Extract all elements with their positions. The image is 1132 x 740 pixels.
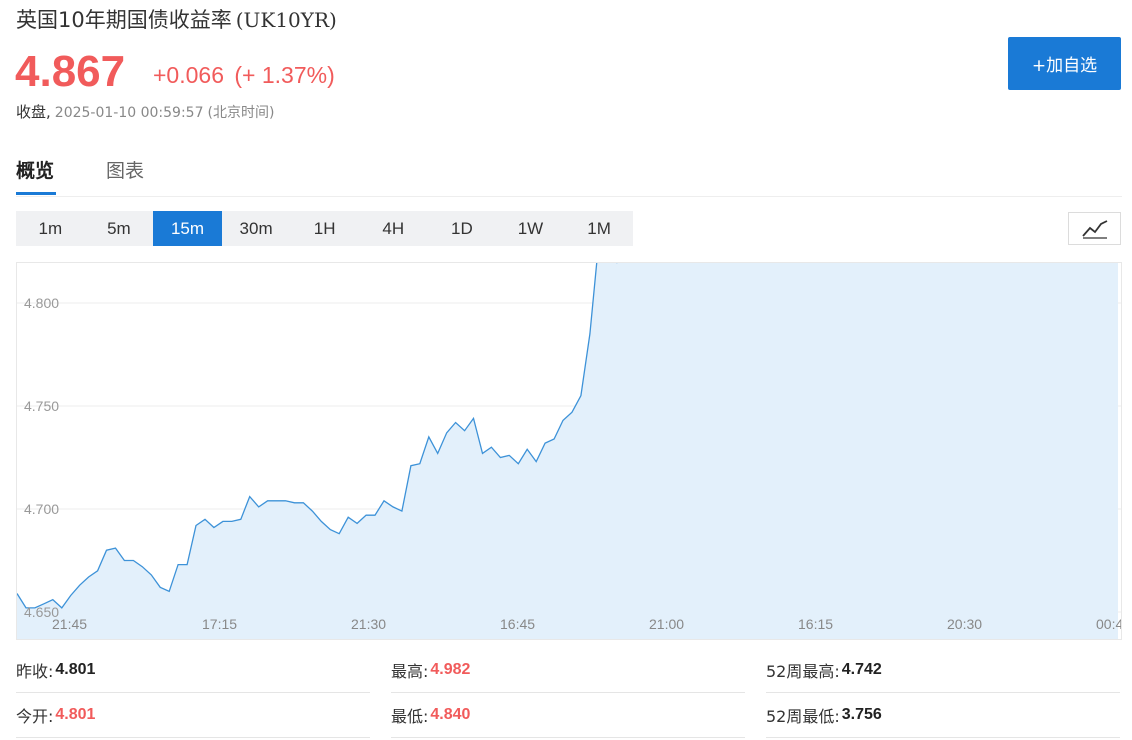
stat-open: 今开: 4.801 [16,693,370,738]
stat-value: 4.801 [55,661,96,678]
stat-label: 52周最低: [766,707,840,726]
x-axis-tick-label: 21:45 [52,616,87,632]
stat-prev-close: 昨收: 4.801 [16,648,370,693]
stat-value: 4.801 [55,706,96,723]
add-to-watchlist-button[interactable]: +加自选 [1008,37,1121,90]
change-value: +0.066 [153,62,224,88]
period-5m[interactable]: 5m [85,211,154,246]
y-axis-tick-label: 4.750 [24,398,59,414]
period-1w[interactable]: 1W [496,211,565,246]
x-axis-tick-label: 00:4 [1096,616,1121,632]
stat-value: 4.742 [841,661,882,678]
period-1m[interactable]: 1m [16,211,85,246]
market-status: 收盘, [16,103,51,121]
stat-value: 4.840 [430,706,471,723]
price-chart-canvas: 4.9504.9004.8504.8004.7504.7004.650 21:4… [17,263,1121,639]
stat-52w-low: 52周最低: 3.756 [766,693,1120,738]
stat-value: 4.982 [430,661,471,678]
quote-status: 收盘, 2025-01-10 00:59:57 (北京时间) [16,101,274,122]
stat-label: 最高: [391,662,429,681]
active-tab-indicator [16,192,56,195]
period-1mo[interactable]: 1M [565,211,634,246]
price-change: +0.066 (+ 1.37%) [153,62,339,89]
tab-overview[interactable]: 概览 [16,156,54,183]
stat-label: 最低: [391,707,429,726]
tab-bar: 概览 图表 [16,150,1122,197]
stat-low: 最低: 4.840 [391,693,745,738]
change-percent: (+ 1.37%) [234,62,335,88]
x-axis-tick-label: 17:15 [202,616,237,632]
quote-timezone: (北京时间) [207,105,275,121]
instrument-name: 英国10年期国债收益率 [16,8,232,32]
chart-area-fill [17,263,1118,639]
instrument-code: (UK10YR) [235,8,337,32]
x-axis-tick-label: 20:30 [947,616,982,632]
stat-label: 今开: [16,707,54,726]
last-price: 4.867 [15,47,126,96]
tab-chart[interactable]: 图表 [106,156,144,183]
period-4h[interactable]: 4H [359,211,428,246]
period-1h[interactable]: 1H [290,211,359,246]
y-axis-tick-label: 4.800 [24,295,59,311]
stat-high: 最高: 4.982 [391,648,745,693]
x-axis-tick-label: 16:15 [798,616,833,632]
stat-label: 52周最高: [766,662,840,681]
period-15m[interactable]: 15m [153,211,222,246]
price-chart[interactable]: 4.9504.9004.8504.8004.7504.7004.650 21:4… [16,262,1122,640]
stat-52w-high: 52周最高: 4.742 [766,648,1120,693]
x-axis-tick-label: 16:45 [500,616,535,632]
instrument-title: 英国10年期国债收益率 (UK10YR) [16,4,337,34]
line-chart-icon [1081,219,1107,239]
stat-label: 昨收: [16,662,54,681]
y-axis-tick-label: 4.700 [24,501,59,517]
period-selector: 1m 5m 15m 30m 1H 4H 1D 1W 1M [16,211,634,246]
period-1d[interactable]: 1D [428,211,497,246]
quote-timestamp: 2025-01-10 00:59:57 [54,105,204,121]
x-axis-tick-label: 21:30 [351,616,386,632]
chart-type-button[interactable] [1068,212,1121,245]
x-axis-tick-label: 21:00 [649,616,684,632]
period-30m[interactable]: 30m [222,211,291,246]
stat-value: 3.756 [841,706,882,723]
